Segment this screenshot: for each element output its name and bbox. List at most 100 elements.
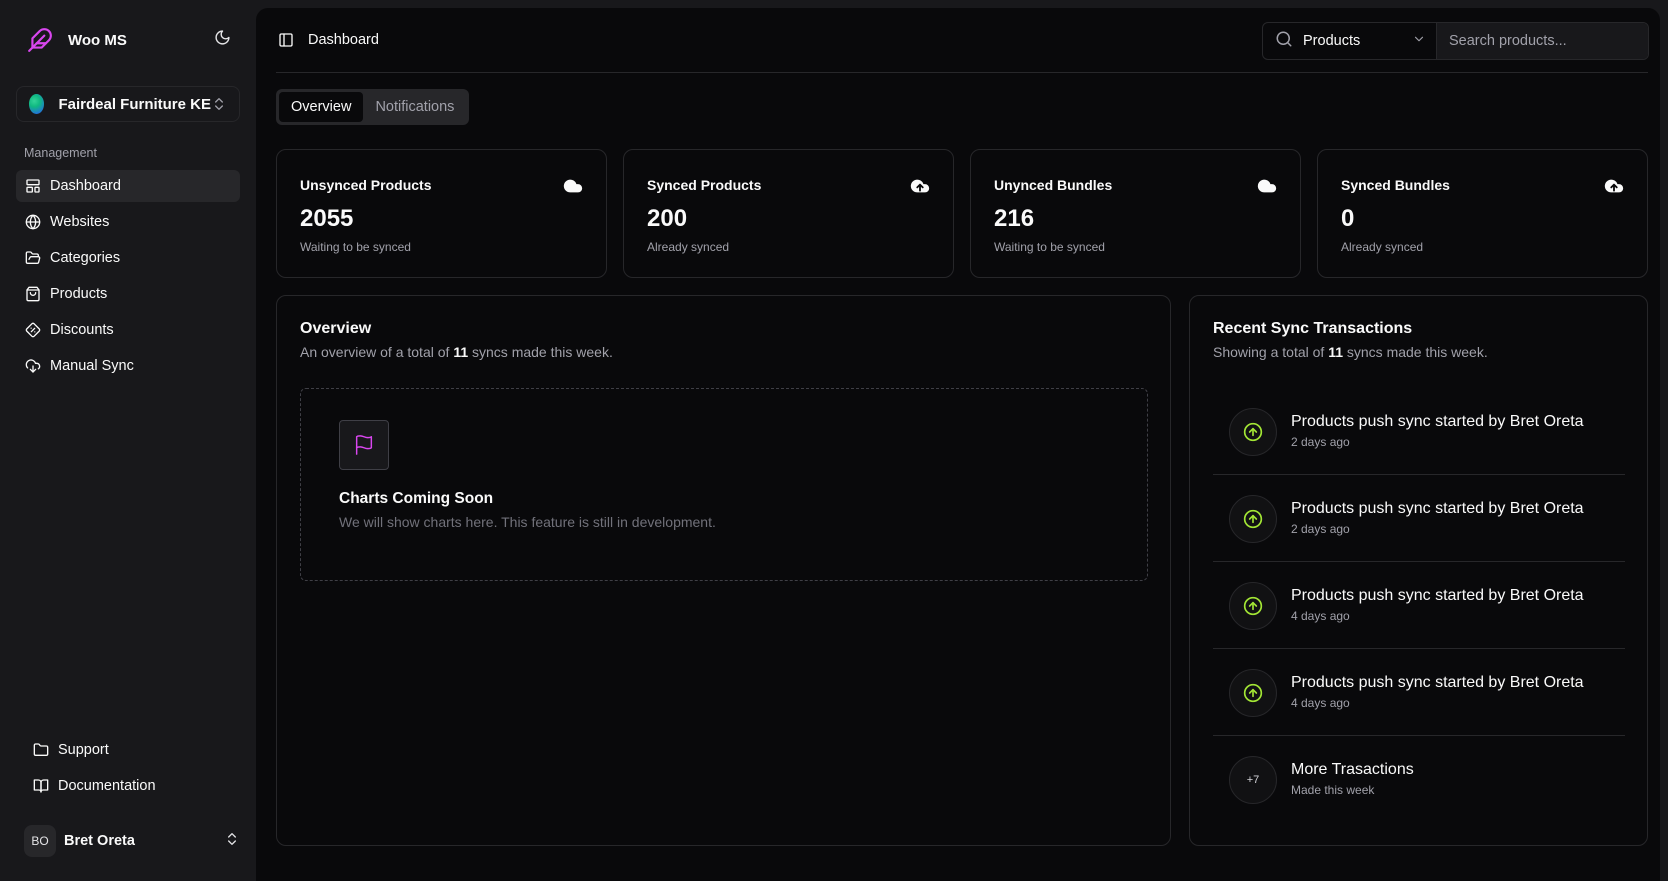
stat-value: 216 [994,205,1035,232]
stat-title: Unynced Bundles [994,177,1113,193]
more-subtitle: Made this week [1291,783,1375,797]
search-input[interactable] [1437,23,1648,59]
transaction-title: Products push sync started by Bret Oreta [1291,500,1584,517]
stat-subtitle: Waiting to be synced [994,240,1105,254]
sidebar-item-label: Documentation [58,778,156,794]
user-name: Bret Oreta [64,833,135,849]
search-scope-select[interactable]: Products [1263,23,1437,59]
folder-icon [32,741,50,759]
recent-title: Recent Sync Transactions [1213,320,1413,337]
main-content: Dashboard Products Overview Notification… [256,8,1660,881]
placeholder-title: Charts Coming Soon [339,490,494,507]
avatar: BO [24,825,56,857]
sidebar-item-categories[interactable]: Categories [16,242,240,274]
feather-logo-icon [26,26,54,54]
stat-value: 200 [647,205,688,232]
breadcrumb[interactable]: Dashboard [308,32,379,48]
list-item[interactable]: Products push sync started by Bret Oreta… [1213,475,1625,562]
app-name: Woo MS [68,31,127,49]
overview-card: Overview An overview of a total of 11 sy… [276,295,1171,846]
cloud-upload-icon [909,175,931,197]
sidebar-item-products[interactable]: Products [16,278,240,310]
chevrons-up-down-icon [211,96,227,112]
search-icon [1275,30,1293,53]
theme-toggle-button[interactable] [212,30,232,50]
sidebar-item-dashboard[interactable]: Dashboard [16,170,240,202]
arrow-up-circle-icon [1229,408,1277,456]
sidebar-item-documentation[interactable]: Documentation [24,770,240,802]
stat-subtitle: Waiting to be synced [300,240,411,254]
more-transactions-item[interactable]: +7 More Trasactions Made this week [1213,736,1625,823]
user-menu[interactable]: BO Bret Oreta [24,825,240,857]
sync-count: 11 [453,344,469,360]
stats-row: Unsynced Products 2055 Waiting to be syn… [276,149,1648,278]
arrow-up-circle-icon [1229,495,1277,543]
chevron-down-icon [1412,32,1426,51]
recent-description: Showing a total of 11 syncs made this we… [1213,344,1488,360]
nav-group-label: Management [24,146,97,160]
stat-title: Synced Bundles [1341,177,1450,193]
transaction-title: Products push sync started by Bret Oreta [1291,587,1584,604]
search-bar: Products [1262,22,1649,60]
cloud-icon [1256,175,1278,197]
flag-icon [339,420,389,470]
recent-transactions-card: Recent Sync Transactions Showing a total… [1189,295,1648,846]
more-title: More Trasactions [1291,761,1414,778]
list-item[interactable]: Products push sync started by Bret Oreta… [1213,649,1625,736]
cloud-upload-icon [1603,175,1625,197]
cloud-icon [562,175,584,197]
placeholder-description: We will show charts here. This feature i… [339,514,716,530]
arrow-up-circle-icon [1229,582,1277,630]
book-open-icon [32,777,50,795]
folder-open-icon [24,249,42,267]
chevrons-up-down-icon [224,831,240,852]
sidebar-nav: Dashboard Websites Categories Products D… [16,170,240,386]
stat-subtitle: Already synced [647,240,730,254]
transaction-title: Products push sync started by Bret Oreta [1291,674,1584,691]
sidebar-item-label: Discounts [50,322,114,338]
transaction-title: Products push sync started by Bret Oreta [1291,413,1584,430]
shopping-bag-icon [24,285,42,303]
moon-icon [214,29,231,51]
sidebar-item-label: Support [58,742,109,758]
tag-icon [24,321,42,339]
stat-title: Unsynced Products [300,177,432,193]
transaction-time: 4 days ago [1291,609,1350,623]
stat-subtitle: Already synced [1341,240,1424,254]
charts-placeholder: Charts Coming Soon We will show charts h… [300,388,1148,581]
sidebar-item-label: Websites [50,214,110,230]
sidebar: Woo MS Fairdeal Furniture KE Management … [0,0,256,881]
list-item[interactable]: Products push sync started by Bret Oreta… [1213,388,1625,475]
transaction-time: 4 days ago [1291,696,1350,710]
stat-value: 2055 [300,205,354,232]
store-switcher[interactable]: Fairdeal Furniture KE [16,86,240,122]
stat-card-synced-bundles: Synced Bundles 0 Already synced [1317,149,1648,278]
tab-notifications[interactable]: Notifications [363,92,466,122]
sidebar-item-label: Categories [50,250,121,266]
tab-overview[interactable]: Overview [279,92,364,122]
stat-value: 0 [1341,205,1355,232]
brand[interactable]: Woo MS [26,26,127,54]
sync-count: 11 [1328,344,1343,360]
transaction-time: 2 days ago [1291,435,1350,449]
sidebar-item-websites[interactable]: Websites [16,206,240,238]
topbar: Dashboard Products [256,8,1660,72]
more-count-badge: +7 [1229,756,1277,804]
store-name: Fairdeal Furniture KE [58,95,211,113]
sidebar-item-support[interactable]: Support [24,734,240,766]
stat-card-synced-products: Synced Products 200 Already synced [623,149,954,278]
transaction-time: 2 days ago [1291,522,1350,536]
tab-list: Overview Notifications [276,89,470,125]
arrow-up-circle-icon [1229,669,1277,717]
sidebar-toggle-icon[interactable] [278,32,296,50]
sidebar-footer-nav: Support Documentation [24,734,240,806]
list-item[interactable]: Products push sync started by Bret Oreta… [1213,562,1625,649]
sidebar-item-discounts[interactable]: Discounts [16,314,240,346]
layout-dashboard-icon [24,177,42,195]
stat-card-unsynced-products: Unsynced Products 2055 Waiting to be syn… [276,149,607,278]
sidebar-item-label: Dashboard [50,178,121,194]
sidebar-item-label: Manual Sync [50,358,134,374]
sidebar-item-manual-sync[interactable]: Manual Sync [16,350,240,382]
cloud-sync-icon [24,357,42,375]
sidebar-item-label: Products [50,286,108,302]
